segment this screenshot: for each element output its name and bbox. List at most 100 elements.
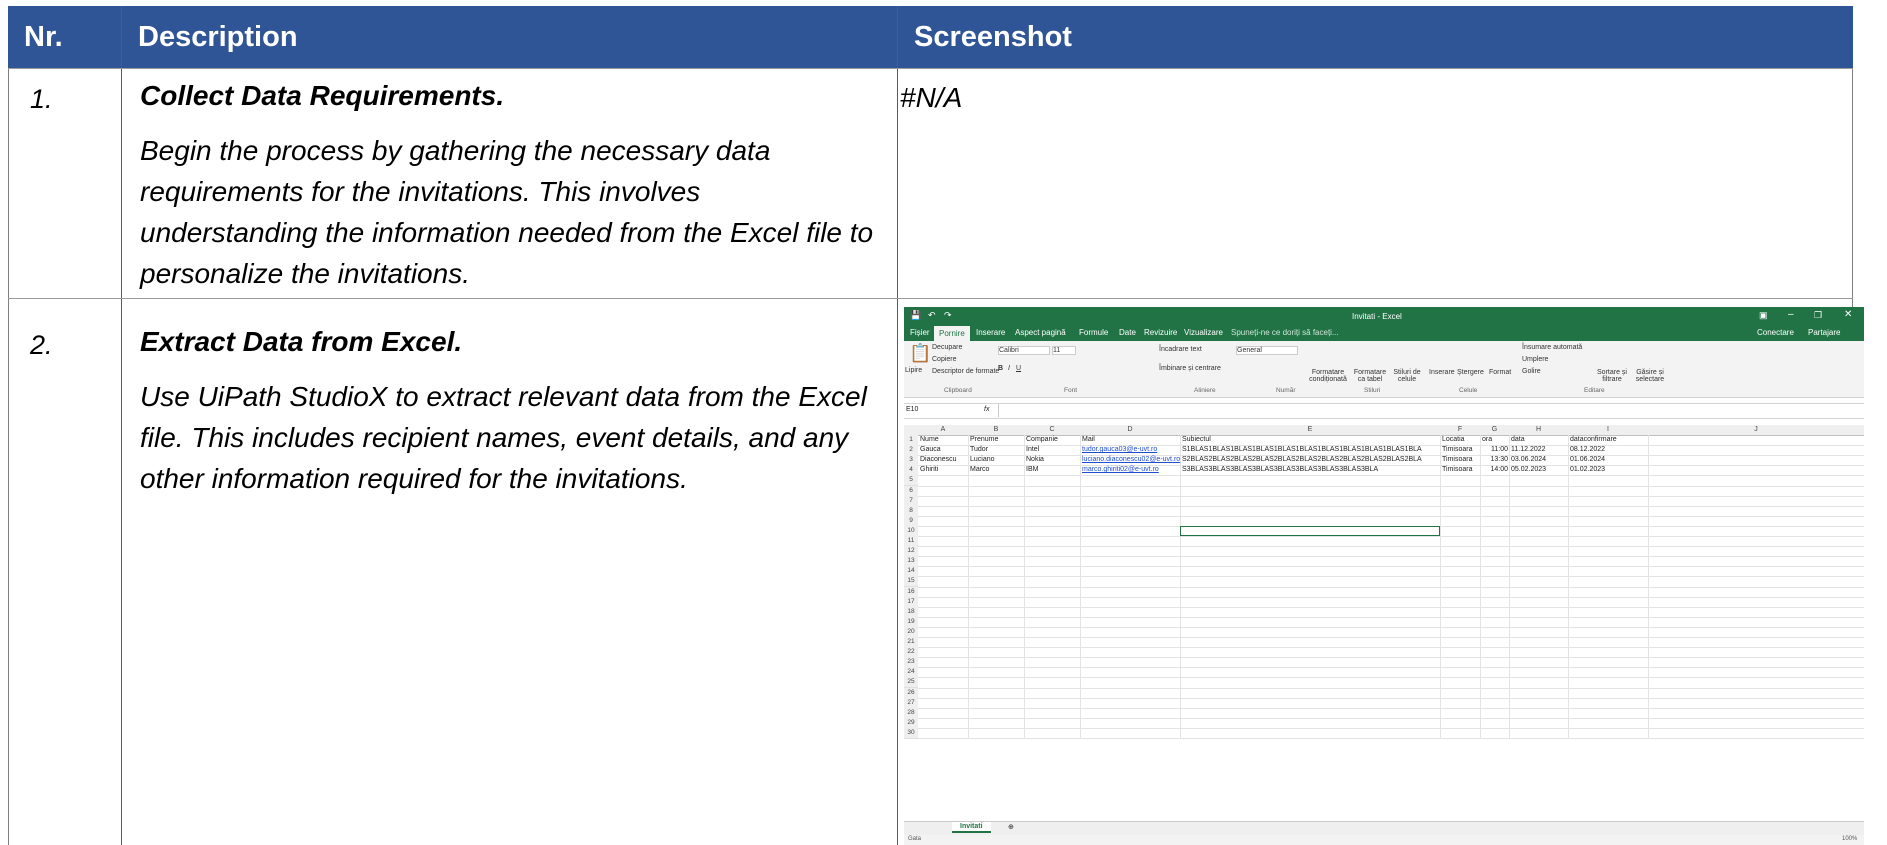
- cell: 08.12.2022: [1570, 446, 1606, 454]
- gridline: [918, 707, 1864, 709]
- mail-link-cell[interactable]: luciano.diaconescu02@e-uvt.ro: [1082, 455, 1183, 465]
- paste-icon[interactable]: 📋: [909, 343, 931, 364]
- sign-in-link[interactable]: Conectare: [1757, 328, 1794, 337]
- cell: Subiectul: [1182, 436, 1211, 443]
- paste-button[interactable]: Lipire: [905, 367, 922, 374]
- format-painter-button[interactable]: Descriptor de formate: [932, 368, 999, 375]
- italic-button[interactable]: I: [1008, 365, 1010, 372]
- gridline: [918, 485, 1864, 487]
- wrap-text-button[interactable]: Încadrare text: [1159, 346, 1202, 353]
- format-table-button[interactable]: Formatare ca tabel: [1352, 369, 1388, 383]
- cell: 05.02.2023: [1511, 466, 1547, 474]
- fx-icon[interactable]: fx: [984, 406, 989, 413]
- find-select-button[interactable]: Găsire și selectare: [1632, 369, 1668, 383]
- clear-button[interactable]: Golire: [1522, 368, 1541, 375]
- close-icon[interactable]: ✕: [1844, 309, 1852, 320]
- ribbon-display-icon[interactable]: ▣: [1759, 310, 1768, 321]
- grid-line: [897, 6, 898, 845]
- bold-button[interactable]: B: [998, 365, 1003, 372]
- gridline: [918, 667, 1864, 669]
- gridline: [918, 596, 1864, 598]
- gridline: [918, 727, 1864, 729]
- gridline: [918, 586, 1864, 588]
- gridline: [918, 556, 1864, 558]
- formula-input[interactable]: [998, 404, 1859, 417]
- cell: Intel: [1026, 446, 1040, 454]
- row-number: 1.: [30, 84, 53, 114]
- gridline: [1080, 435, 1081, 738]
- conditional-format-button[interactable]: Formatare condiționată: [1308, 369, 1348, 383]
- share-button[interactable]: Partajare: [1808, 328, 1840, 337]
- spreadsheet-grid[interactable]: A B C D E F G H I J 1 2 3 4 5 6 7 8 9 10 11 12 13 14 15 16 17 18 19 2…: [904, 425, 1864, 821]
- gridline: [918, 647, 1864, 649]
- step-description: Use UiPath StudioX to extract relevant d…: [140, 381, 867, 494]
- gridline: [968, 435, 969, 738]
- cell-styles-button[interactable]: Stiluri de celule: [1391, 369, 1423, 383]
- header-nr: Nr.: [8, 6, 121, 68]
- sheet-tab[interactable]: Invitati: [952, 822, 991, 833]
- gridline: [918, 536, 1864, 537]
- insert-cells-button[interactable]: Inserare: [1429, 369, 1455, 376]
- merge-center-button[interactable]: Îmbinare și centrare: [1159, 365, 1221, 372]
- excel-screenshot: 💾 ↶ ↷ Invitati - Excel ▣ – ❐ ✕ Fișier Po…: [904, 307, 1864, 845]
- copy-button[interactable]: Copiere: [932, 356, 957, 363]
- tab-formulas[interactable]: Formule: [1079, 328, 1108, 337]
- status-text: Gata: [908, 836, 922, 842]
- tab-page-layout[interactable]: Aspect pagină: [1015, 328, 1066, 337]
- minimize-icon[interactable]: –: [1788, 309, 1794, 320]
- group-label-alignment: Aliniere: [1194, 387, 1216, 394]
- mail-link-cell[interactable]: marco.ghiriti02@e-uvt.ro: [1082, 465, 1183, 475]
- cell: 14:00: [1490, 466, 1508, 474]
- sort-filter-button[interactable]: Sortare și filtrare: [1596, 369, 1628, 383]
- step-title: Extract Data from Excel.: [140, 326, 463, 357]
- tab-review[interactable]: Revizuire: [1144, 328, 1177, 337]
- underline-button[interactable]: U: [1016, 365, 1021, 372]
- font-name-select[interactable]: Calibri: [998, 346, 1050, 355]
- autosum-button[interactable]: Însumare automată: [1522, 344, 1582, 351]
- format-cells-button[interactable]: Format: [1489, 369, 1511, 376]
- gridline: [918, 606, 1864, 608]
- cell: Luciano: [970, 456, 995, 464]
- gridline: [918, 637, 1864, 638]
- number-format-select[interactable]: General: [1236, 346, 1298, 355]
- gridline: [918, 576, 1864, 578]
- header-screenshot: Screenshot: [898, 6, 1853, 68]
- save-icon[interactable]: 💾: [910, 310, 921, 321]
- add-sheet-icon[interactable]: ⊕: [1008, 823, 1014, 831]
- redo-icon[interactable]: ↷: [944, 310, 952, 321]
- cell: Mail: [1082, 436, 1095, 443]
- grid-line: [8, 68, 1853, 69]
- gridline: [918, 687, 1864, 689]
- fill-button[interactable]: Umplere: [1522, 356, 1548, 363]
- mail-link-cell[interactable]: tudor.gauca03@e-uvt.ro: [1082, 445, 1183, 455]
- gridline: [918, 515, 1864, 517]
- zoom-level[interactable]: 100%: [1842, 836, 1857, 842]
- step-description: Begin the process by gathering the neces…: [140, 135, 874, 289]
- tab-home[interactable]: Pornire: [934, 326, 970, 341]
- restore-icon[interactable]: ❐: [1814, 310, 1822, 321]
- cut-button[interactable]: Decupare: [932, 344, 962, 351]
- selected-cell[interactable]: [1180, 525, 1440, 536]
- row-header[interactable]: 30: [904, 727, 918, 739]
- undo-icon[interactable]: ↶: [928, 310, 936, 321]
- grid-line: [8, 68, 9, 845]
- tab-insert[interactable]: Inserare: [976, 328, 1005, 337]
- cell: Gauca: [920, 446, 941, 454]
- gridline: [1568, 435, 1569, 738]
- tab-file[interactable]: Fișier: [910, 328, 930, 337]
- gridline: [918, 697, 1864, 699]
- cell: Timisoara: [1442, 466, 1473, 474]
- tell-me-input[interactable]: Spuneți-ne ce doriți să faceți...: [1231, 328, 1339, 337]
- tab-data[interactable]: Date: [1119, 328, 1136, 337]
- column-header[interactable]: J: [1648, 425, 1864, 436]
- tab-view[interactable]: Vizualizare: [1184, 328, 1223, 337]
- group-label-editing: Editare: [1584, 387, 1605, 394]
- cell: 01.02.2023: [1570, 466, 1606, 474]
- group-label-cells: Celule: [1459, 387, 1478, 394]
- name-box[interactable]: E10: [906, 406, 946, 413]
- group-label-clipboard: Clipboard: [944, 387, 972, 394]
- cell: 11:00: [1491, 446, 1508, 454]
- font-size-select[interactable]: 11: [1052, 346, 1076, 355]
- delete-cells-button[interactable]: Ștergere: [1457, 369, 1484, 376]
- gridline: [1440, 435, 1441, 738]
